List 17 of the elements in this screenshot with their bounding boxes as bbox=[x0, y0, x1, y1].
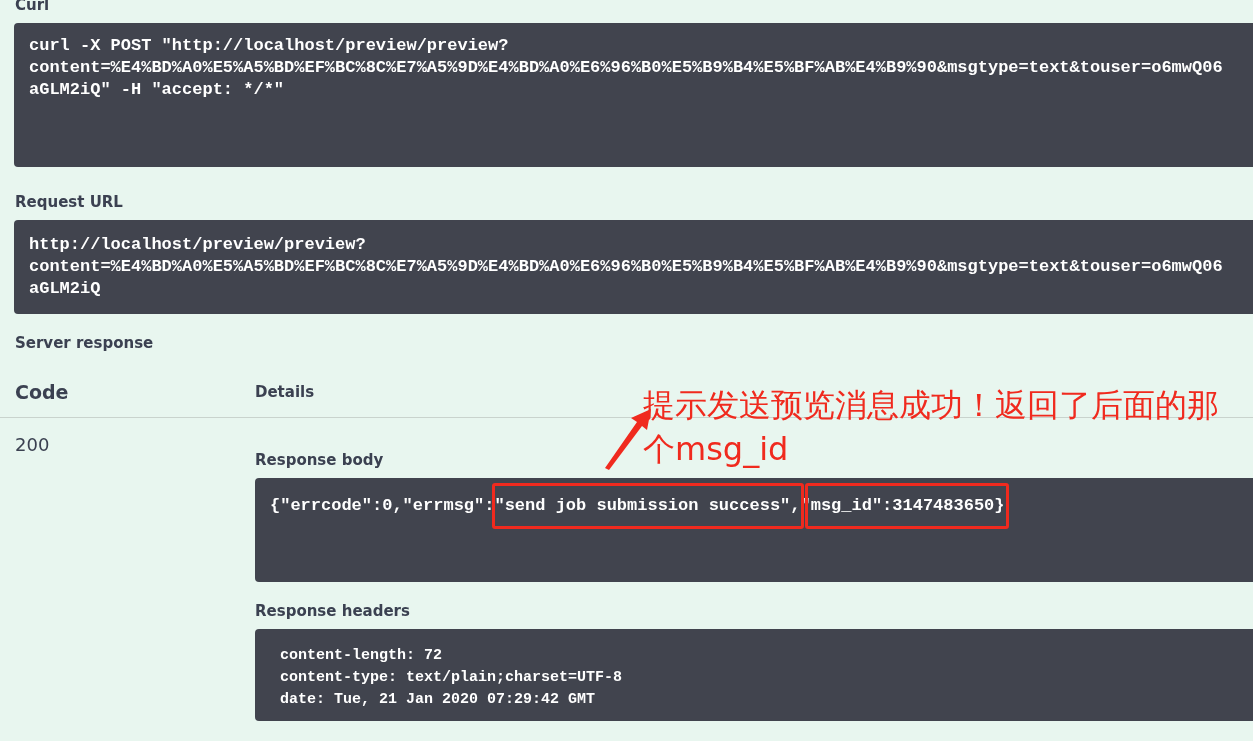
column-header: Code bbox=[14, 381, 70, 403]
section-label: Response headers bbox=[255, 602, 410, 620]
section-label: Request URL bbox=[15, 193, 123, 211]
code-line: aGLM2iQ" -H "accept: */*" bbox=[29, 79, 286, 101]
code-line: date: Tue, 21 Jan 2020 07:29:42 GMT bbox=[280, 690, 597, 710]
code-line: content=%E4%BD%A0%E5%A5%BD%EF%BC%8C%E7%A5%9D%E4%BD%A0%E6%96%B0%E5%B9%B4%E5%BF%AB%E4%B9%90&msgtype=text&touser=o6mwQ06 bbox=[29, 256, 1224, 278]
annotation-text: 提示发送预览消息成功！返回了后面的那个msg_id bbox=[643, 385, 1220, 470]
code-line: curl -X POST "http://localhost/preview/preview? bbox=[29, 35, 510, 57]
section-label: Response body bbox=[255, 451, 384, 469]
code-line: content-type: text/plain;charset=UTF-8 bbox=[280, 668, 624, 688]
code-line: content=%E4%BD%A0%E5%A5%BD%EF%BC%8C%E7%A5%9D%E4%BD%A0%E6%96%B0%E5%B9%B4%E5%BF%AB%E4%B9%90&msgtype=text&touser=o6mwQ06 bbox=[29, 57, 1224, 79]
column-header: Details bbox=[255, 383, 316, 401]
code-line: http://localhost/preview/preview? bbox=[29, 234, 367, 256]
response-code: 200 bbox=[14, 434, 51, 457]
section-label: Server response bbox=[15, 334, 154, 352]
code-line: aGLM2iQ bbox=[29, 278, 102, 300]
code-line: content-length: 72 bbox=[280, 646, 444, 666]
